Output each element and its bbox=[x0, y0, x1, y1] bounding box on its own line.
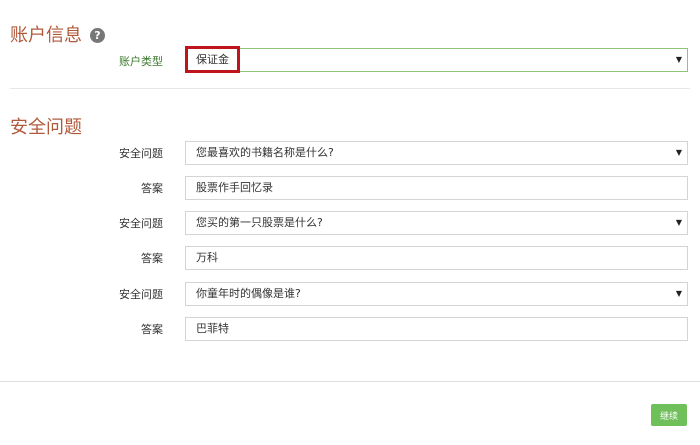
answer-label-1: 答案 bbox=[141, 182, 163, 195]
account-info-title: 账户信息 bbox=[10, 25, 82, 46]
account-type-highlight bbox=[185, 46, 240, 73]
chevron-down-icon: ▼ bbox=[675, 55, 682, 64]
chevron-down-icon: ▼ bbox=[675, 148, 682, 157]
security-question-select-2[interactable]: 您买的第一只股票是什么? ▼ bbox=[185, 211, 688, 235]
account-type-label: 账户类型 bbox=[119, 55, 163, 68]
security-question-label-3: 安全问题 bbox=[119, 288, 163, 301]
security-question-select-1[interactable]: 您最喜欢的书籍名称是什么? ▼ bbox=[185, 141, 688, 165]
security-question-label-2: 安全问题 bbox=[119, 217, 163, 230]
answer-input-1[interactable]: 股票作手回忆录 bbox=[185, 176, 688, 200]
account-setup-page: 账户信息 ? 账户类型 保证金 ▼ 安全问题 安全问题 您最喜欢的书籍名称是什么… bbox=[0, 0, 700, 445]
security-question-select-3[interactable]: 你童年时的偶像是谁? ▼ bbox=[185, 282, 688, 306]
security-question-value-1: 您最喜欢的书籍名称是什么? bbox=[196, 146, 334, 159]
answer-label-2: 答案 bbox=[141, 252, 163, 265]
help-icon[interactable]: ? bbox=[90, 28, 105, 43]
security-question-value-2: 您买的第一只股票是什么? bbox=[196, 216, 323, 229]
answer-label-3: 答案 bbox=[141, 323, 163, 336]
security-question-value-3: 你童年时的偶像是谁? bbox=[196, 287, 301, 300]
security-question-label-1: 安全问题 bbox=[119, 147, 163, 160]
account-type-select[interactable]: 保证金 ▼ bbox=[185, 48, 688, 72]
section-divider bbox=[10, 88, 690, 89]
chevron-down-icon: ▼ bbox=[675, 289, 682, 298]
footer-divider bbox=[0, 381, 700, 382]
answer-input-2[interactable]: 万科 bbox=[185, 246, 688, 270]
continue-button[interactable]: 继续 bbox=[651, 404, 687, 426]
answer-input-3[interactable]: 巴菲特 bbox=[185, 317, 688, 341]
chevron-down-icon: ▼ bbox=[675, 218, 682, 227]
security-questions-title: 安全问题 bbox=[10, 117, 82, 138]
